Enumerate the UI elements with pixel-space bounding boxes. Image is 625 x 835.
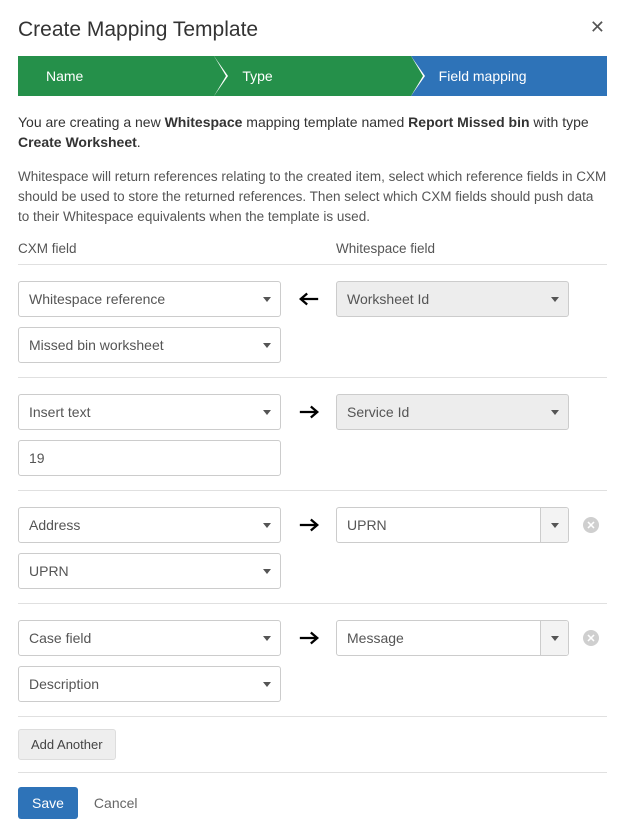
cxm-type-select[interactable]: Address (18, 507, 281, 543)
step-field-mapping[interactable]: Field mapping (411, 56, 607, 96)
select-value: Whitespace reference (29, 291, 165, 307)
mapping-row: Insert text Service Id 19 (18, 378, 607, 491)
chevron-down-icon[interactable] (252, 508, 280, 542)
step-type[interactable]: Type (214, 56, 410, 96)
modal-title: Create Mapping Template (18, 18, 258, 42)
chevron-down-icon[interactable] (540, 282, 568, 316)
column-header-whitespace: Whitespace field (336, 241, 607, 256)
intro-text: You are creating a new Whitespace mappin… (18, 112, 607, 153)
input-value: 19 (29, 450, 45, 466)
cxm-type-select[interactable]: Insert text (18, 394, 281, 430)
whitespace-field-select[interactable]: Service Id (336, 394, 569, 430)
cxm-type-select[interactable]: Case field (18, 620, 281, 656)
step-label: Field mapping (439, 68, 527, 84)
chevron-down-icon[interactable] (252, 621, 280, 655)
select-value: Message (347, 630, 404, 646)
whitespace-field-select[interactable]: Worksheet Id (336, 281, 569, 317)
select-value: Description (29, 676, 99, 692)
chevron-down-icon[interactable] (252, 667, 280, 701)
cxm-value-select[interactable]: Description (18, 666, 281, 702)
whitespace-field-select[interactable]: Message (336, 620, 569, 656)
mapping-row: Address UPRN ✕ UPRN (18, 491, 607, 604)
chevron-down-icon[interactable] (252, 328, 280, 362)
cxm-value-select[interactable]: Missed bin worksheet (18, 327, 281, 363)
select-value: Insert text (29, 404, 90, 420)
chevron-down-icon[interactable] (252, 282, 280, 316)
chevron-down-icon[interactable] (540, 395, 568, 429)
save-button[interactable]: Save (18, 787, 78, 819)
select-value: Address (29, 517, 80, 533)
chevron-down-icon[interactable] (252, 554, 280, 588)
step-label: Name (46, 68, 83, 84)
arrow-left-icon (281, 292, 336, 306)
wizard-steps: Name Type Field mapping (18, 56, 607, 96)
add-another-button[interactable]: Add Another (18, 729, 116, 760)
select-value: Worksheet Id (347, 291, 429, 307)
chevron-down-icon[interactable] (252, 395, 280, 429)
cxm-value-input[interactable]: 19 (18, 440, 281, 476)
cancel-link[interactable]: Cancel (94, 795, 138, 811)
arrow-right-icon (281, 631, 336, 645)
step-name[interactable]: Name (18, 56, 214, 96)
step-label: Type (242, 68, 272, 84)
select-value: UPRN (347, 517, 387, 533)
mapping-row: Case field Message ✕ Description (18, 604, 607, 717)
chevron-down-icon[interactable] (540, 621, 568, 655)
select-value: Service Id (347, 404, 409, 420)
remove-row-icon[interactable]: ✕ (583, 517, 599, 533)
whitespace-field-select[interactable]: UPRN (336, 507, 569, 543)
column-header-cxm: CXM field (18, 241, 281, 256)
remove-row-icon[interactable]: ✕ (583, 630, 599, 646)
mapping-row: Whitespace reference Worksheet Id Missed b… (18, 265, 607, 378)
select-value: Case field (29, 630, 91, 646)
arrow-right-icon (281, 405, 336, 419)
select-value: UPRN (29, 563, 69, 579)
select-value: Missed bin worksheet (29, 337, 164, 353)
cxm-value-select[interactable]: UPRN (18, 553, 281, 589)
close-icon[interactable]: ✕ (588, 18, 607, 36)
arrow-right-icon (281, 518, 336, 532)
chevron-down-icon[interactable] (540, 508, 568, 542)
description-text: Whitespace will return references relati… (18, 167, 607, 228)
cxm-type-select[interactable]: Whitespace reference (18, 281, 281, 317)
